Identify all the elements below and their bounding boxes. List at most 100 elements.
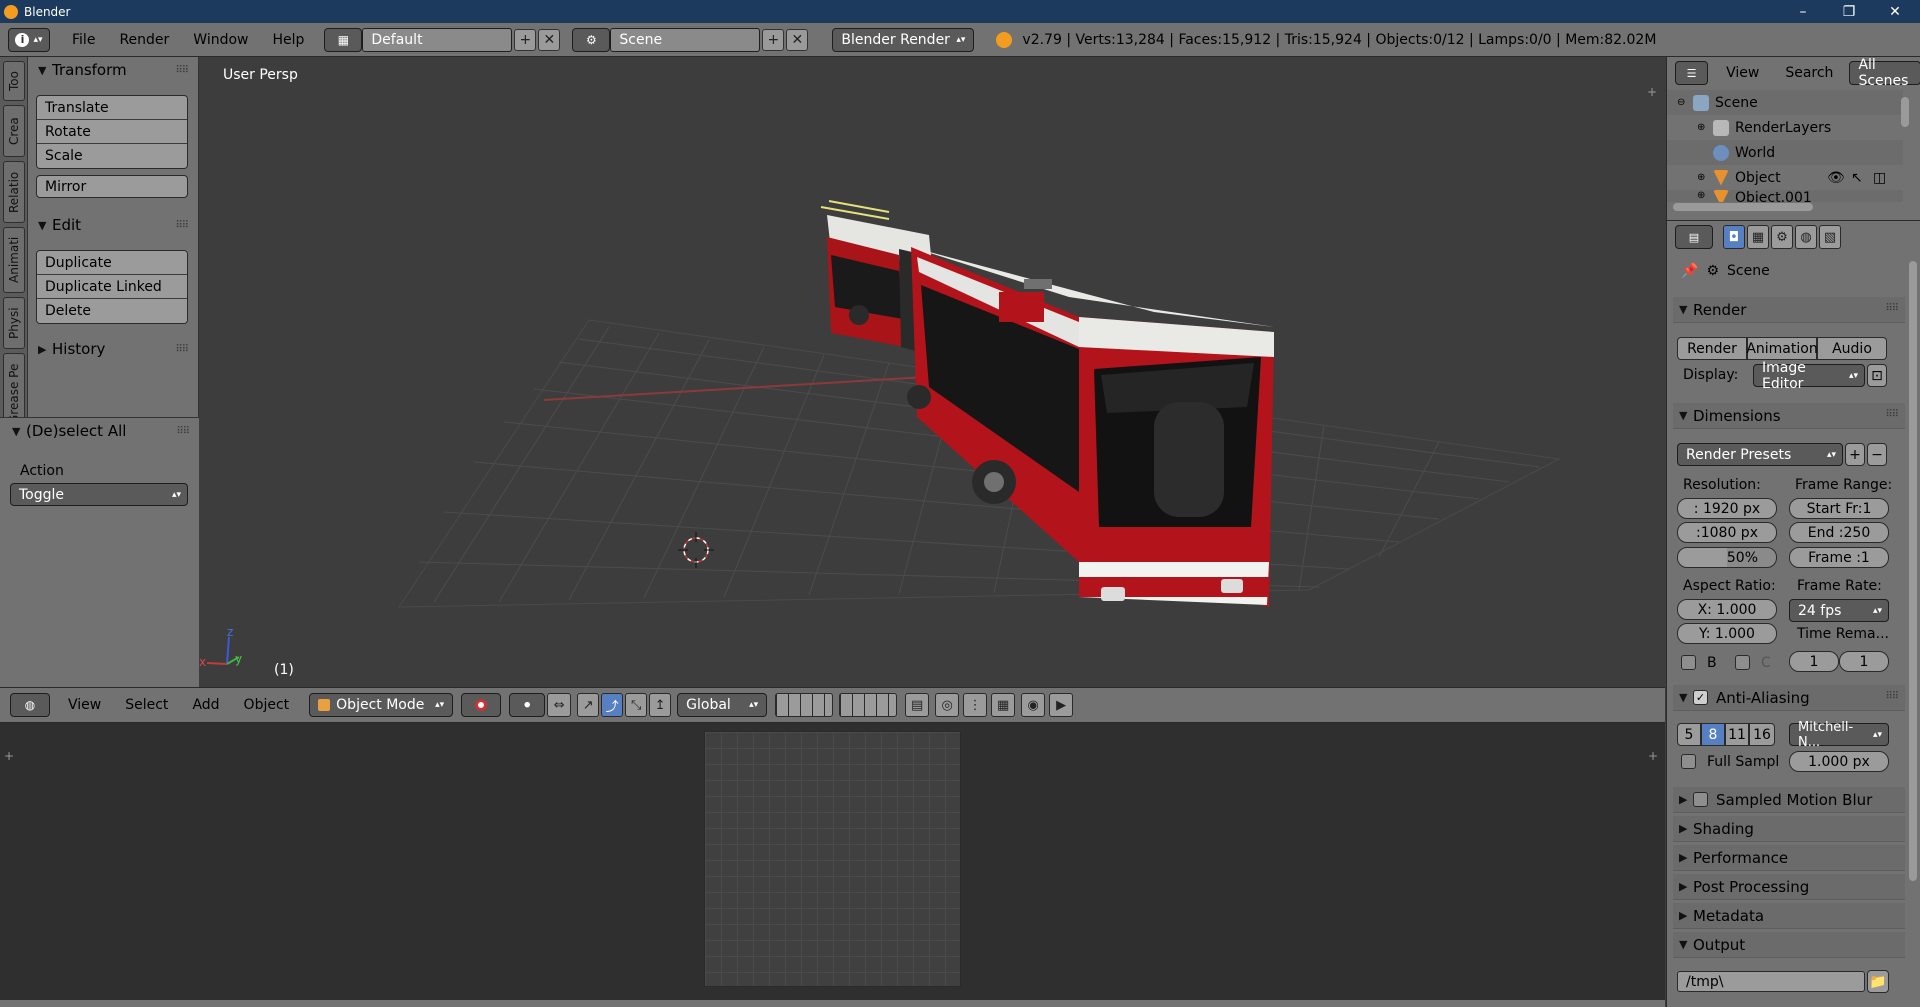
scene-selector[interactable]: ⚙: [572, 27, 611, 52]
border-checkbox[interactable]: [1681, 655, 1696, 670]
rotate-button[interactable]: Rotate: [37, 120, 187, 144]
proportional-edit-icon[interactable]: ◎: [935, 693, 960, 717]
delete-scene-icon[interactable]: ✕: [786, 28, 809, 51]
render-still-button[interactable]: Render: [1677, 337, 1747, 360]
outliner-scrollbar[interactable]: [1901, 97, 1909, 127]
expand-region-icon[interactable]: +: [1647, 85, 1657, 99]
add-scene-icon[interactable]: +: [762, 28, 785, 51]
render-animation-icon[interactable]: ▶: [1049, 693, 1074, 717]
renderable-camera-icon[interactable]: ◫: [1873, 170, 1886, 186]
expand-icon[interactable]: ⊕: [1697, 190, 1713, 201]
resolution-percentage-slider[interactable]: 50%: [1677, 547, 1777, 568]
translate-button[interactable]: Translate: [37, 96, 187, 120]
menu-help[interactable]: Help: [262, 32, 314, 48]
aa-samples-8[interactable]: 8: [1701, 723, 1725, 746]
duplicate-linked-button[interactable]: Duplicate Linked: [37, 275, 187, 299]
duplicate-button[interactable]: Duplicate: [37, 251, 187, 275]
lock-layers-icon[interactable]: ▤: [905, 693, 930, 717]
menu-file[interactable]: File: [62, 32, 105, 48]
expand-region-icon[interactable]: +: [4, 749, 14, 763]
transform-orientation-dropdown[interactable]: Global ▴▾: [677, 693, 768, 717]
scene-field[interactable]: Scene: [610, 27, 761, 52]
delete-button[interactable]: Delete: [37, 299, 187, 323]
delete-layout-icon[interactable]: ✕: [538, 28, 561, 51]
aspect-y-field[interactable]: Y: 1.000: [1677, 623, 1777, 644]
render-opengl-icon[interactable]: ◉: [1021, 693, 1046, 717]
3d-viewport[interactable]: z y x User Persp (1) +: [199, 57, 1665, 687]
selectable-cursor-icon[interactable]: ↖: [1851, 170, 1863, 186]
editor-type-info-button[interactable]: i ▴▾: [8, 27, 50, 52]
visibility-eye-icon[interactable]: 👁: [1827, 170, 1845, 186]
folder-browse-icon[interactable]: 📁: [1867, 970, 1889, 993]
editor-type-outliner-button[interactable]: ☰: [1675, 61, 1709, 85]
remove-preset-icon[interactable]: −: [1867, 443, 1887, 466]
expand-icon[interactable]: ⊕: [1697, 122, 1713, 133]
post-processing-panel-header[interactable]: ▶ Post Processing: [1673, 874, 1905, 900]
maximize-button[interactable]: ❐: [1826, 0, 1872, 23]
menu-window[interactable]: Window: [183, 32, 258, 48]
render-engine-dropdown[interactable]: Blender Render ▴▾: [832, 27, 975, 52]
pivot-point-button[interactable]: ⚫: [509, 693, 546, 717]
render-animation-button[interactable]: Animation: [1746, 337, 1818, 360]
lock-interface-icon[interactable]: ⊡: [1867, 364, 1887, 387]
history-panel-header[interactable]: ▶ History: [38, 340, 105, 358]
drag-grip-icon[interactable]: ⠿⠿: [1885, 409, 1899, 420]
metadata-panel-header[interactable]: ▶ Metadata: [1673, 903, 1905, 929]
world-tab-icon[interactable]: ◍: [1795, 225, 1817, 249]
action-dropdown[interactable]: Toggle ▴▾: [10, 483, 188, 506]
motion-blur-panel-header[interactable]: ▶ Sampled Motion Blur: [1673, 787, 1905, 813]
snap-element-icon[interactable]: ▦: [991, 693, 1016, 717]
outliner-row-world[interactable]: World: [1667, 140, 1903, 165]
render-audio-button[interactable]: Audio: [1817, 337, 1887, 360]
aa-filter-dropdown[interactable]: Mitchell-N... ▴▾: [1789, 720, 1889, 750]
frame-end-field[interactable]: End :250: [1789, 522, 1889, 543]
menu-add[interactable]: Add: [182, 697, 229, 713]
display-dropdown[interactable]: Image Editor ▴▾: [1753, 360, 1865, 392]
aa-samples-5[interactable]: 5: [1677, 723, 1701, 746]
mirror-button[interactable]: Mirror: [36, 175, 188, 198]
manipulator-extra-icon[interactable]: ↥: [649, 693, 672, 717]
rotate-manipulator-icon[interactable]: ⤴: [601, 693, 624, 717]
scene-tab-icon[interactable]: ⚙: [1771, 225, 1793, 249]
crop-checkbox[interactable]: [1735, 655, 1750, 670]
outliner-search-menu[interactable]: Search: [1775, 65, 1843, 81]
time-remap-new-field[interactable]: 1: [1839, 651, 1889, 672]
resolution-x-field[interactable]: : 1920 px: [1677, 498, 1777, 519]
outliner-row-renderlayers[interactable]: ⊕ RenderLayers: [1667, 115, 1903, 140]
time-remap-old-field[interactable]: 1: [1789, 651, 1839, 672]
full-sample-checkbox[interactable]: [1681, 754, 1696, 769]
screen-layout-field[interactable]: Default: [362, 27, 513, 52]
outliner-view-menu[interactable]: View: [1716, 65, 1769, 81]
screen-layout-selector[interactable]: ▦: [324, 27, 363, 52]
outliner-row-object-001[interactable]: ⊕ Object.001: [1667, 190, 1903, 202]
snap-toggle-icon[interactable]: ⋮: [963, 693, 988, 717]
scale-button[interactable]: Scale: [37, 144, 187, 168]
render-tab-icon[interactable]: ◘: [1723, 225, 1745, 249]
transform-panel-header[interactable]: ▼ Transform: [38, 61, 127, 79]
add-preset-icon[interactable]: +: [1845, 443, 1865, 466]
editor-type-properties-button[interactable]: ▤: [1675, 225, 1713, 249]
tab-create[interactable]: Crea: [3, 105, 25, 157]
outliner-row-object[interactable]: ⊕ Object 👁 ↖ ◫: [1667, 165, 1903, 190]
tab-animation[interactable]: Animati: [3, 227, 25, 293]
editor-type-3d-button[interactable]: ◍: [10, 693, 50, 717]
drag-grip-icon[interactable]: ⠿⠿: [1885, 691, 1899, 702]
layers-group-2[interactable]: [839, 693, 898, 717]
viewport-shading-button[interactable]: [461, 693, 502, 717]
menu-select[interactable]: Select: [115, 697, 178, 713]
minimize-button[interactable]: –: [1780, 0, 1826, 23]
anti-aliasing-panel-header[interactable]: ▼ ✓ Anti-Aliasing: [1673, 685, 1905, 711]
frame-rate-dropdown[interactable]: 24 fps ▴▾: [1789, 599, 1889, 622]
output-panel-header[interactable]: ▼ Output: [1673, 932, 1905, 958]
menu-render[interactable]: Render: [109, 32, 179, 48]
tab-physics[interactable]: Physi: [3, 297, 25, 349]
aspect-x-field[interactable]: X: 1.000: [1677, 599, 1777, 620]
layers-group-1[interactable]: [775, 693, 834, 717]
aa-samples-16[interactable]: 16: [1749, 723, 1775, 746]
dimensions-panel-header[interactable]: ▼ Dimensions: [1673, 403, 1905, 429]
interaction-mode-dropdown[interactable]: Object Mode ▴▾: [309, 693, 454, 717]
scale-manipulator-icon[interactable]: ⤡: [625, 693, 648, 717]
collapse-icon[interactable]: ⊖: [1677, 97, 1693, 108]
shading-panel-header[interactable]: ▶ Shading: [1673, 816, 1905, 842]
object-tab-icon[interactable]: ▧: [1819, 225, 1841, 249]
